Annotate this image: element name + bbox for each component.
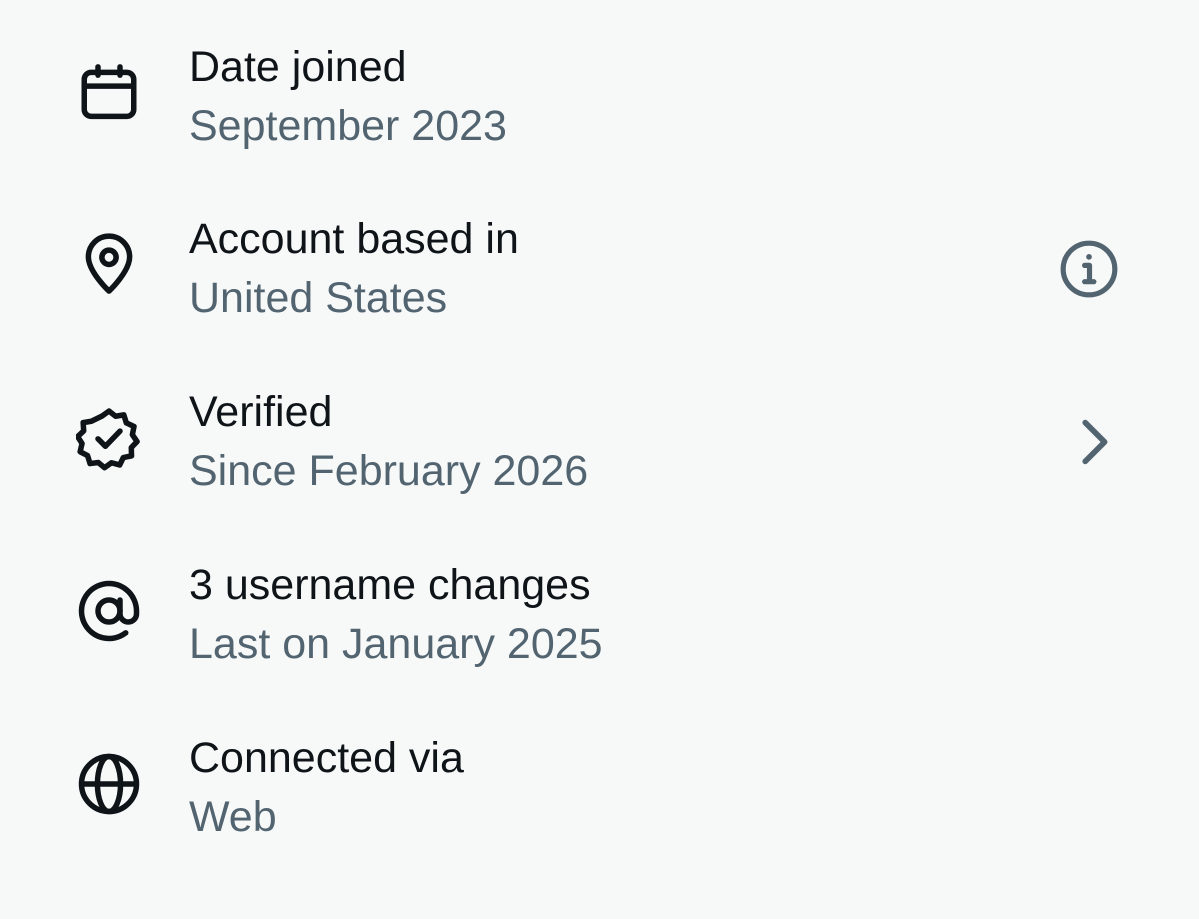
verified-badge-icon [76, 405, 142, 471]
date-joined-row: Date joined September 2023 [0, 4, 1199, 176]
location-pin-icon [76, 232, 142, 298]
connected-via-value: Web [189, 793, 277, 841]
info-icon[interactable] [1058, 238, 1120, 300]
verified-label: Verified [189, 388, 333, 436]
account-location-label: Account based in [189, 215, 519, 263]
connected-via-label: Connected via [189, 734, 464, 782]
account-info-list: Date joined September 2023 Account based… [0, 0, 1199, 919]
verified-since-value: Since February 2026 [189, 447, 589, 495]
username-changes-value: Last on January 2025 [189, 620, 603, 668]
date-joined-label: Date joined [189, 43, 407, 91]
account-location-row: Account based in United States [0, 176, 1199, 348]
calendar-icon [76, 60, 142, 126]
username-changes-label: 3 username changes [189, 561, 591, 609]
chevron-right-icon[interactable] [1062, 411, 1124, 473]
globe-icon [76, 751, 142, 817]
date-joined-value: September 2023 [189, 102, 507, 150]
connected-via-row: Connected via Web [0, 695, 1199, 867]
verified-row[interactable]: Verified Since February 2026 [0, 349, 1199, 521]
account-location-value: United States [189, 274, 448, 322]
at-sign-icon [76, 578, 142, 644]
username-changes-row: 3 username changes Last on January 2025 [0, 522, 1199, 694]
